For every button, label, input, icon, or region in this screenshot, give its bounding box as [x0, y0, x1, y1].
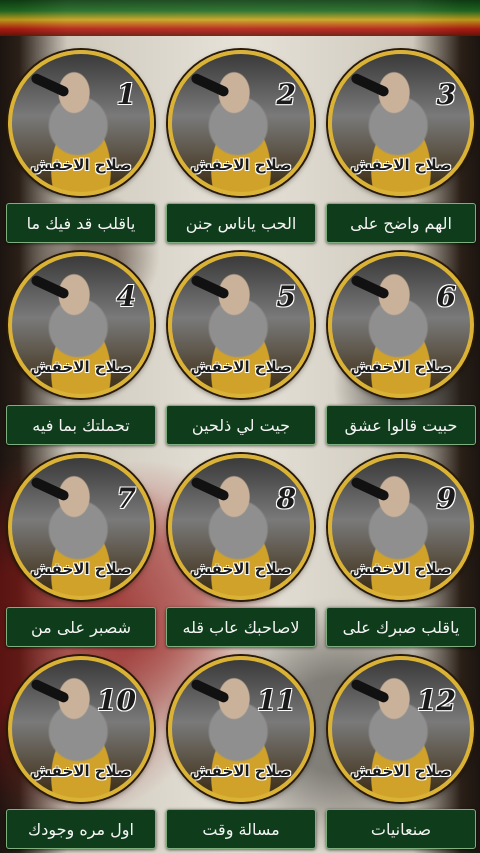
microphone-image [349, 72, 391, 98]
track-number: 4 [116, 280, 136, 313]
track-number: 7 [116, 482, 136, 515]
track-cover[interactable]: 4 صلاح الاخفش [8, 252, 154, 398]
track-title-button[interactable]: صنعانيات [326, 809, 476, 849]
track-cover[interactable]: 6 صلاح الاخفش [328, 252, 474, 398]
artist-label: صلاح الاخفش [190, 358, 292, 376]
track-title-button[interactable]: تحملتك بما فيه [6, 405, 156, 445]
track-cover[interactable]: 10 صلاح الاخفش [8, 656, 154, 802]
track-cover[interactable]: 7 صلاح الاخفش [8, 454, 154, 600]
track-number: 12 [417, 684, 456, 717]
track-tile[interactable]: 6 صلاح الاخفش حبيت قالوا عشق [320, 242, 480, 447]
track-title-button[interactable]: الهم واضح على [326, 203, 476, 243]
artist-label: صلاح الاخفش [350, 358, 452, 376]
track-number: 8 [276, 482, 296, 515]
track-tile[interactable]: 8 صلاح الاخفش لاصاحبك عاب قله [160, 444, 320, 649]
track-tile[interactable]: 9 صلاح الاخفش ياقلب صبرك على [320, 444, 480, 649]
track-number: 10 [97, 684, 136, 717]
track-tile[interactable]: 1 صلاح الاخفش ياقلب قد فيك ما [0, 40, 160, 245]
track-cover[interactable]: 8 صلاح الاخفش [168, 454, 314, 600]
track-number: 1 [116, 78, 136, 111]
microphone-image [29, 274, 71, 300]
artist-label: صلاح الاخفش [350, 560, 452, 578]
microphone-image [189, 72, 231, 98]
track-cover[interactable]: 9 صلاح الاخفش [328, 454, 474, 600]
artist-label: صلاح الاخفش [190, 560, 292, 578]
track-tile[interactable]: 2 صلاح الاخفش الحب ياناس جنن [160, 40, 320, 245]
track-title-button[interactable]: مسالة وقت [166, 809, 316, 849]
track-tile[interactable]: 5 صلاح الاخفش جيت لي ذلحين [160, 242, 320, 447]
microphone-image [189, 678, 231, 704]
track-tile[interactable]: 4 صلاح الاخفش تحملتك بما فيه [0, 242, 160, 447]
page-title [0, 6, 480, 32]
track-title-button[interactable]: الحب ياناس جنن [166, 203, 316, 243]
artist-label: صلاح الاخفش [30, 762, 132, 780]
microphone-image [29, 678, 71, 704]
microphone-image [349, 476, 391, 502]
track-tile[interactable]: 3 صلاح الاخفش الهم واضح على [320, 40, 480, 245]
track-number: 5 [276, 280, 296, 313]
track-number: 11 [257, 684, 296, 717]
track-number: 9 [436, 482, 456, 515]
track-tile[interactable]: 7 صلاح الاخفش شصبر على من [0, 444, 160, 649]
track-cover[interactable]: 3 صلاح الاخفش [328, 50, 474, 196]
track-tile[interactable]: 10 صلاح الاخفش اول مره وجودك [0, 646, 160, 851]
track-number: 6 [436, 280, 456, 313]
microphone-image [29, 476, 71, 502]
track-title-button[interactable]: حبيت قالوا عشق [326, 405, 476, 445]
microphone-image [189, 274, 231, 300]
microphone-image [349, 274, 391, 300]
track-cover[interactable]: 11 صلاح الاخفش [168, 656, 314, 802]
artist-label: صلاح الاخفش [30, 156, 132, 174]
microphone-image [349, 678, 391, 704]
track-cover[interactable]: 1 صلاح الاخفش [8, 50, 154, 196]
track-tile[interactable]: 11 صلاح الاخفش مسالة وقت [160, 646, 320, 851]
track-cover[interactable]: 5 صلاح الاخفش [168, 252, 314, 398]
artist-label: صلاح الاخفش [30, 358, 132, 376]
track-cover[interactable]: 12 صلاح الاخفش [328, 656, 474, 802]
track-number: 2 [276, 78, 296, 111]
microphone-image [29, 72, 71, 98]
artist-label: صلاح الاخفش [30, 560, 132, 578]
artist-label: صلاح الاخفش [190, 156, 292, 174]
artist-label: صلاح الاخفش [190, 762, 292, 780]
track-title-button[interactable]: اول مره وجودك [6, 809, 156, 849]
artist-label: صلاح الاخفش [350, 156, 452, 174]
track-cover[interactable]: 2 صلاح الاخفش [168, 50, 314, 196]
track-number: 3 [436, 78, 456, 111]
track-tile[interactable]: 12 صلاح الاخفش صنعانيات [320, 646, 480, 851]
artist-label: صلاح الاخفش [350, 762, 452, 780]
track-title-button[interactable]: ياقلب صبرك على [326, 607, 476, 647]
microphone-image [189, 476, 231, 502]
track-title-button[interactable]: لاصاحبك عاب قله [166, 607, 316, 647]
track-title-button[interactable]: جيت لي ذلحين [166, 405, 316, 445]
track-title-button[interactable]: شصبر على من [6, 607, 156, 647]
track-title-button[interactable]: ياقلب قد فيك ما [6, 203, 156, 243]
